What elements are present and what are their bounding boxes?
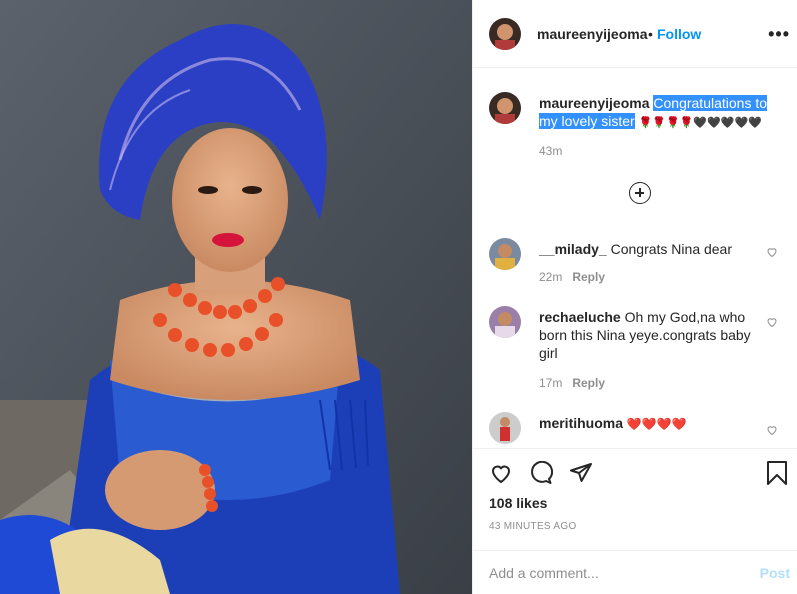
comment-text: meritihuoma ❤️❤️❤️❤️ [539, 414, 764, 433]
comment-meta: 17m Reply [539, 376, 605, 390]
likes-count[interactable]: 108 likes [489, 495, 547, 511]
comment-text: __milady_ Congrats Nina dear [539, 240, 769, 258]
comment-time: 17m [539, 376, 563, 390]
add-comment-bar: Add a comment... Post [473, 550, 797, 594]
avatar[interactable] [489, 412, 521, 444]
comment-item: meritihuoma ❤️❤️❤️❤️ [473, 410, 797, 448]
post-timestamp[interactable]: 43 MINUTES AGO [489, 521, 577, 532]
comment-text: rechaeluche Oh my God,na who born this N… [539, 308, 764, 362]
comment-username[interactable]: __milady_ [539, 241, 607, 257]
caption-time: 43m [539, 144, 563, 158]
comment-meta: 22m Reply [539, 270, 605, 284]
post-actions: 108 likes 43 MINUTES AGO [473, 448, 797, 538]
caption-text: maureenyijeoma Congratulations to my lov… [539, 94, 784, 132]
avatar[interactable] [489, 92, 521, 124]
share-send-icon[interactable] [569, 461, 593, 485]
comment-input[interactable]: Add a comment... [489, 565, 599, 581]
comments-list[interactable]: maureenyijeoma Congratulations to my lov… [473, 68, 797, 448]
avatar[interactable] [489, 306, 521, 338]
reply-button[interactable]: Reply [572, 270, 605, 284]
comment-bubble-icon[interactable] [529, 461, 553, 485]
comment-time: 22m [539, 270, 563, 284]
caption: maureenyijeoma Congratulations to my lov… [473, 68, 797, 168]
caption-emojis: 🌹🌹🌹🌹🖤🖤🖤🖤🖤 [638, 117, 762, 129]
comment-item: rechaeluche Oh my God,na who born this N… [473, 304, 797, 394]
follow-button[interactable]: Follow [657, 26, 701, 42]
comment-body: Congrats Nina dear [610, 241, 733, 257]
bookmark-save-icon[interactable] [766, 461, 788, 485]
avatar[interactable] [489, 238, 521, 270]
caption-line1: Congratulations to [653, 95, 768, 111]
comment-item: __milady_ Congrats Nina dear 22m Reply [473, 234, 797, 294]
reply-button[interactable]: Reply [572, 376, 605, 390]
post-header: maureenyijeoma • Follow ••• [473, 0, 797, 68]
caption-username[interactable]: maureenyijeoma [539, 95, 650, 111]
comment-body: ❤️❤️❤️❤️ [626, 417, 687, 431]
post-comment-button[interactable]: Post [760, 565, 790, 581]
post-photo[interactable] [0, 0, 472, 594]
separator-dot: • [648, 26, 653, 42]
like-comment-icon[interactable] [766, 316, 778, 328]
like-heart-icon[interactable] [489, 461, 513, 485]
like-comment-icon[interactable] [766, 246, 778, 258]
comment-username[interactable]: meritihuoma [539, 415, 623, 431]
load-more-comments-icon[interactable] [629, 182, 651, 204]
post-image [0, 0, 472, 594]
post-details-panel: maureenyijeoma • Follow ••• maureenyijeo… [472, 0, 797, 594]
avatar[interactable] [489, 18, 521, 50]
comment-username[interactable]: rechaeluche [539, 309, 621, 325]
more-options-icon[interactable]: ••• [768, 24, 790, 45]
post-username[interactable]: maureenyijeoma [537, 26, 648, 42]
like-comment-icon[interactable] [766, 424, 778, 436]
caption-line2: my lovely sister [539, 113, 635, 129]
